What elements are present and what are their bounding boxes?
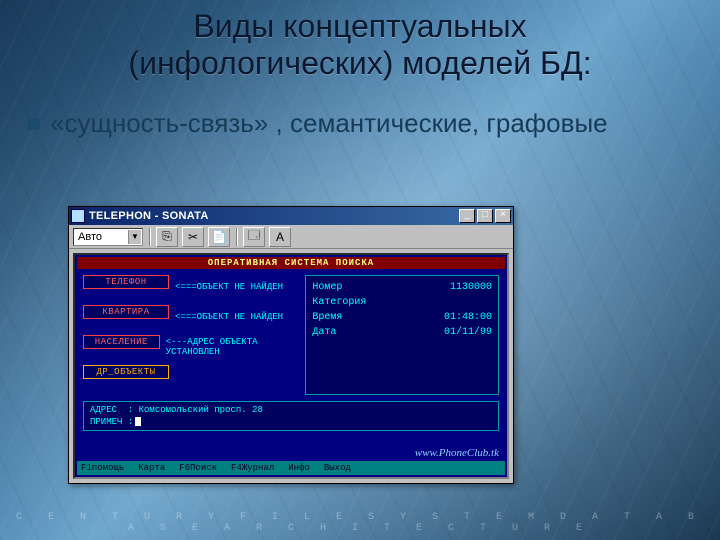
close-button[interactable]: × — [495, 209, 511, 223]
fullscreen-icon: 🗔 — [247, 226, 260, 247]
naselenie-button[interactable]: НАСЕЛЕНИЕ — [83, 335, 160, 349]
window-title: TELEPHON - SONATA — [89, 210, 459, 222]
font-size-combo[interactable]: Авто — [73, 228, 143, 246]
title-line-1: Виды концептуальных — [193, 8, 526, 44]
toolbar: Авто ⎘ ✂ 📄 🗔 A — [69, 225, 513, 249]
note-key: ПРИМЕЧ — [90, 417, 122, 427]
minimize-button[interactable]: _ — [459, 209, 475, 223]
bullet-row: «сущность-связь» , семантические, графов… — [28, 108, 692, 139]
dos-statusbar: F1помощь Карта F6Поиск F4Журнал Инфо Вых… — [77, 461, 505, 475]
address-panel: АДРЕС : Комсомольский просп. 28 ПРИМЕЧ : — [83, 401, 499, 431]
slide-footer: C E N T U R Y F I L E S Y S T E M D A T … — [0, 512, 720, 534]
kvartira-button[interactable]: КВАРТИРА — [83, 305, 169, 319]
maximize-button[interactable]: □ — [477, 209, 493, 223]
toolbar-fullscreen-button[interactable]: 🗔 — [243, 227, 265, 247]
copy-icon: ⎘ — [162, 229, 172, 244]
kvartira-status: <===ОБЪЕКТ НЕ НАЙДЕН — [175, 312, 283, 322]
toolbar-font-button[interactable]: A — [269, 227, 291, 247]
cut-icon: ✂ — [188, 230, 198, 244]
status-exit[interactable]: Выход — [324, 463, 351, 473]
toolbar-cut-button[interactable]: ✂ — [182, 227, 204, 247]
info-val-time: 01:48:00 — [444, 310, 492, 325]
status-map[interactable]: Карта — [138, 463, 165, 473]
note-val: : — [128, 417, 133, 427]
list-item: КВАРТИРА <===ОБЪЕКТ НЕ НАЙДЕН — [83, 305, 299, 329]
paste-icon: 📄 — [212, 230, 227, 244]
slide-title: Виды концептуальных (инфологических) мод… — [0, 8, 720, 82]
font-icon: A — [276, 230, 284, 244]
list-item: ТЕЛЕФОН <===ОБЪЕКТ НЕ НАЙДЕН — [83, 275, 299, 299]
toolbar-separator — [149, 228, 150, 246]
toolbar-copy-button[interactable]: ⎘ — [156, 227, 178, 247]
app-window: TELEPHON - SONATA _ □ × Авто ⎘ ✂ 📄 🗔 A О… — [68, 206, 514, 484]
toolbar-paste-button[interactable]: 📄 — [208, 227, 230, 247]
info-panel: Номер 1130000 Категория Время 01:48:00 Дат… — [305, 275, 499, 395]
drobj-button[interactable]: ДР_ОБЪЕКТЫ — [83, 365, 169, 379]
font-size-value: Авто — [78, 231, 102, 243]
bullet-square-icon — [28, 118, 40, 130]
toolbar-separator — [236, 228, 237, 246]
window-titlebar[interactable]: TELEPHON - SONATA _ □ × — [69, 207, 513, 225]
status-help[interactable]: F1помощь — [81, 463, 124, 473]
info-key-number: Номер — [312, 280, 342, 295]
addr-key: АДРЕС — [90, 405, 117, 415]
telefon-status: <===ОБЪЕКТ НЕ НАЙДЕН — [175, 282, 283, 292]
list-item: ДР_ОБЪЕКТЫ — [83, 365, 299, 389]
status-journal[interactable]: F4Журнал — [231, 463, 274, 473]
info-val-date: 01/11/99 — [444, 325, 492, 340]
info-val-number: 1130000 — [450, 280, 492, 295]
dos-screen: ОПЕРАТИВНАЯ СИСТЕМА ПОИСКА ТЕЛЕФОН <===О… — [73, 253, 509, 479]
info-key-date: Дата — [312, 325, 336, 340]
bullet-text: «сущность-связь» , семантические, графов… — [50, 108, 608, 139]
info-key-category: Категория — [312, 295, 366, 310]
list-item: НАСЕЛЕНИЕ <---АДРЕС ОБЪЕКТА УСТАНОВЛЕН — [83, 335, 299, 359]
info-key-time: Время — [312, 310, 342, 325]
cursor-icon — [135, 417, 141, 426]
title-line-2: (инфологических) моделей БД: — [128, 45, 591, 81]
status-info[interactable]: Инфо — [288, 463, 310, 473]
watermark: www.PhoneClub.tk — [415, 447, 499, 459]
telefon-button[interactable]: ТЕЛЕФОН — [83, 275, 169, 289]
status-search[interactable]: F6Поиск — [179, 463, 217, 473]
naselenie-status: <---АДРЕС ОБЪЕКТА УСТАНОВЛЕН — [166, 337, 300, 357]
app-icon — [71, 209, 85, 223]
dos-header: ОПЕРАТИВНАЯ СИСТЕМА ПОИСКА — [77, 257, 505, 269]
addr-val: : Комсомольский просп. 28 — [128, 405, 263, 415]
